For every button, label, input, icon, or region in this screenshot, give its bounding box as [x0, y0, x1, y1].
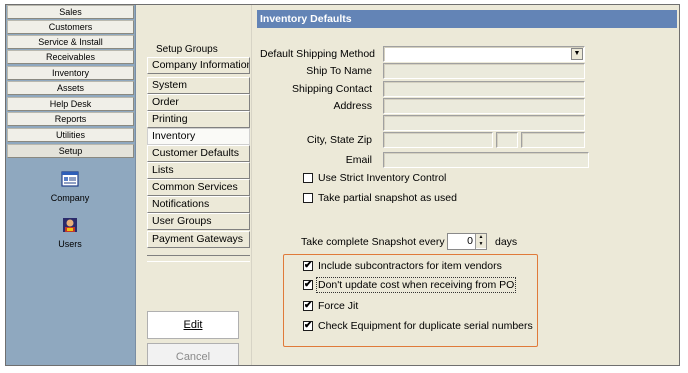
groups-divider [147, 255, 250, 262]
dont-update-cost-check[interactable]: ✔ [303, 280, 313, 290]
nav-button-reports[interactable]: Reports [7, 112, 134, 126]
default-shipping-method-select[interactable]: ▼ [383, 46, 585, 62]
address-line-2-field[interactable] [383, 115, 585, 131]
strict-inventory-label: Use Strict Inventory Control [318, 172, 447, 184]
snapshot-label: Take complete Snapshot every [301, 236, 445, 248]
zip-field[interactable] [521, 132, 585, 148]
group-common-services[interactable]: Common Services [147, 179, 250, 196]
strict-inventory-checkbox[interactable]: Use Strict Inventory Control [303, 172, 446, 184]
company-card-icon [61, 171, 79, 187]
address-label: Address [333, 100, 372, 112]
address-line-1-field[interactable] [383, 98, 585, 114]
dont-update-cost-label: Don't update cost when receiving from PO [315, 277, 517, 293]
nav-item-users[interactable]: Users [6, 216, 134, 249]
nav-button-receivables[interactable]: Receivables [7, 50, 134, 64]
group-notifications[interactable]: Notifications [147, 196, 250, 213]
group-system[interactable]: System [147, 77, 250, 94]
shipping-contact-field[interactable] [383, 81, 585, 97]
inventory-defaults-panel: Inventory Defaults Default Shipping Meth… [257, 5, 679, 365]
dont-update-cost-checkbox[interactable]: ✔ Don't update cost when receiving from … [303, 277, 517, 293]
application-window: Sales Customers Service & Install Receiv… [5, 4, 680, 366]
default-shipping-method-label: Default Shipping Method [260, 48, 375, 60]
strict-inventory-check[interactable] [303, 173, 313, 183]
group-printing[interactable]: Printing [147, 111, 250, 128]
include-subcontractors-check[interactable]: ✔ [303, 261, 313, 271]
nav-button-sales[interactable]: Sales [7, 5, 134, 19]
group-user-groups[interactable]: User Groups [147, 213, 250, 230]
ship-to-name-label: Ship To Name [306, 65, 372, 77]
force-jit-check[interactable]: ✔ [303, 301, 313, 311]
nav-button-inventory[interactable]: Inventory [7, 66, 134, 80]
city-state-zip-label: City, State Zip [306, 134, 372, 146]
setup-groups-title: Setup Groups [156, 44, 218, 55]
snapshot-days-stepper[interactable]: 0 ▲ ▼ [447, 233, 487, 250]
check-equipment-check[interactable]: ✔ [303, 321, 313, 331]
email-label: Email [345, 154, 372, 166]
stepper-down-icon[interactable]: ▼ [476, 241, 486, 248]
group-order[interactable]: Order [147, 94, 250, 111]
partial-snapshot-check[interactable] [303, 193, 313, 203]
force-jit-checkbox[interactable]: ✔ Force Jit [303, 300, 358, 312]
partial-snapshot-checkbox[interactable]: Take partial snapshot as used [303, 192, 457, 204]
nav-button-service-install[interactable]: Service & Install [7, 35, 134, 49]
force-jit-label: Force Jit [318, 300, 359, 312]
group-payment-gateways[interactable]: Payment Gateways [147, 231, 250, 248]
group-lists[interactable]: Lists [147, 162, 250, 179]
chevron-down-icon[interactable]: ▼ [571, 48, 583, 60]
nav-button-customers[interactable]: Customers [7, 20, 134, 34]
partial-snapshot-label: Take partial snapshot as used [318, 192, 457, 204]
nav-button-help-desk[interactable]: Help Desk [7, 97, 134, 111]
group-inventory[interactable]: Inventory [147, 128, 250, 145]
nav-button-assets[interactable]: Assets [7, 81, 134, 95]
ship-to-name-field[interactable] [383, 63, 585, 79]
nav-item-company[interactable]: Company [6, 170, 134, 203]
include-subcontractors-checkbox[interactable]: ✔ Include subcontractors for item vendor… [303, 260, 502, 272]
nav-item-users-label: Users [58, 239, 82, 249]
snapshot-unit-label: days [495, 236, 518, 248]
cancel-button[interactable]: Cancel [147, 343, 239, 365]
check-equipment-checkbox[interactable]: ✔ Check Equipment for duplicate serial n… [303, 320, 533, 332]
group-customer-defaults[interactable]: Customer Defaults [147, 145, 250, 162]
stepper-up-icon[interactable]: ▲ [476, 234, 486, 241]
shipping-contact-label: Shipping Contact [292, 83, 372, 95]
nav-button-utilities[interactable]: Utilities [7, 128, 134, 142]
stepper-buttons[interactable]: ▲ ▼ [475, 234, 486, 249]
setup-groups-panel: Setup Groups Company Information System … [137, 5, 252, 365]
nav-button-setup[interactable]: Setup [7, 144, 134, 158]
city-field[interactable] [383, 132, 493, 148]
state-field[interactable] [496, 132, 518, 148]
group-company-information[interactable]: Company Information [147, 57, 250, 74]
snapshot-days-value: 0 [467, 235, 473, 247]
edit-button-label: Edit [183, 319, 203, 331]
email-field[interactable] [383, 152, 589, 168]
panel-title: Inventory Defaults [257, 10, 677, 28]
include-subcontractors-label: Include subcontractors for item vendors [318, 260, 502, 272]
check-equipment-label: Check Equipment for duplicate serial num… [318, 320, 533, 332]
edit-button[interactable]: Edit [147, 311, 239, 339]
users-icon [63, 218, 77, 232]
nav-item-company-label: Company [50, 193, 90, 203]
module-navigation: Sales Customers Service & Install Receiv… [6, 5, 136, 365]
